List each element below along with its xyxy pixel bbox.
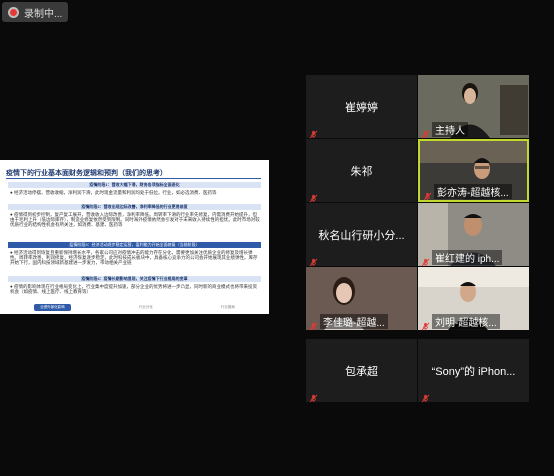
participant-name: 包承超 (345, 366, 378, 378)
participant-name: 朱祁 (350, 166, 373, 178)
participant-name: “Sony”的 iPhon... (431, 366, 516, 378)
participant-name: 秋名山行研小分... (318, 230, 405, 242)
divider (6, 178, 261, 179)
participant-label: 刘明-超越核... (432, 314, 500, 329)
footer-item: 行业格局 (220, 304, 235, 309)
participant-tile[interactable]: 崔红建的 iph... (418, 203, 529, 267)
participant-tile[interactable]: 包承超 (306, 339, 417, 403)
record-icon (8, 6, 19, 18)
participant-label: 彭亦涛-超越核... (434, 184, 512, 199)
footer-item: 行业分化 (138, 304, 153, 309)
stage-4-text: ● 疫情的影响体现在行业格局变化上，行业集中度提升加速，部分企业的优势将进一步凸… (10, 284, 257, 295)
stage-4-tag: 疫情阶段4：疫情长期影响显现，关注疫情下行业格局的变革 (8, 276, 261, 282)
muted-mic-icon (309, 318, 318, 331)
stage-1-tag: 疫情阶段1：营收大幅下滑，财务各项指标全面恶化 (8, 182, 261, 188)
stage-1-text: ● 经济活动停摆，营收收缩，净利润下滑，此时现金流量和利润均处于低位。行业，如必… (10, 190, 217, 195)
participant-tile[interactable]: “Sony”的 iPhon... (418, 339, 529, 403)
participant-tile[interactable]: 秋名山行研小分... (306, 203, 417, 267)
footer-item: 业绩外部化影响 (34, 303, 71, 311)
muted-mic-icon (309, 390, 318, 403)
slide-footer: 业绩外部化影响 行业分化 行业格局 (0, 300, 269, 314)
slide-title: 疫情下的行业基本面财务逻辑和预判（我们的思考） (6, 170, 167, 177)
muted-mic-icon (421, 254, 430, 267)
muted-mic-icon (421, 126, 430, 139)
participant-tile[interactable]: 彭亦涛-超越核... (418, 139, 529, 202)
participant-tile[interactable]: 李佳璐-超越... (306, 267, 417, 331)
muted-mic-icon (421, 390, 430, 403)
recording-label: 录制中... (24, 8, 63, 20)
muted-mic-icon (423, 188, 432, 201)
participant-label: 李佳璐-超越... (320, 314, 388, 329)
stage-2-text: ● 疫情得到初步控制，复产复工展开，营收收入边际改善，净利率降低。周转率下滑的行… (10, 212, 260, 228)
recording-indicator[interactable]: 录制中... (2, 2, 68, 22)
shared-screen-slide: 疫情下的行业基本面财务逻辑和预判（我们的思考） 疫情阶段1：营收大幅下滑，财务各… (0, 160, 269, 314)
participant-tile[interactable]: 崔婷婷 (306, 75, 417, 139)
stage-2-tag: 疫情阶段2：营收出现边际改善，净利率降低的行业更易修复 (8, 204, 261, 210)
participant-name: 崔婷婷 (345, 102, 378, 114)
participant-tile[interactable]: 朱祁 (306, 139, 417, 203)
muted-mic-icon (421, 318, 430, 331)
muted-mic-icon (309, 254, 318, 267)
stage-3-text: ● 经济活动得到恢复且重新保持增长水平，各家公司应对疫情冲击的能力存在分化，需要… (10, 250, 258, 266)
participant-label: 崔红建的 iph... (432, 250, 503, 265)
participant-tile[interactable]: 主持人 (418, 75, 529, 139)
stage-3-band: 疫情阶段3：经济活动逐步稳定运营，盈利能力开始全面修复（当前阶段） (8, 242, 261, 248)
participant-label: 主持人 (432, 122, 468, 137)
muted-mic-icon (309, 126, 318, 139)
participant-tile[interactable]: 刘明-超越核... (418, 267, 529, 331)
muted-mic-icon (309, 190, 318, 203)
